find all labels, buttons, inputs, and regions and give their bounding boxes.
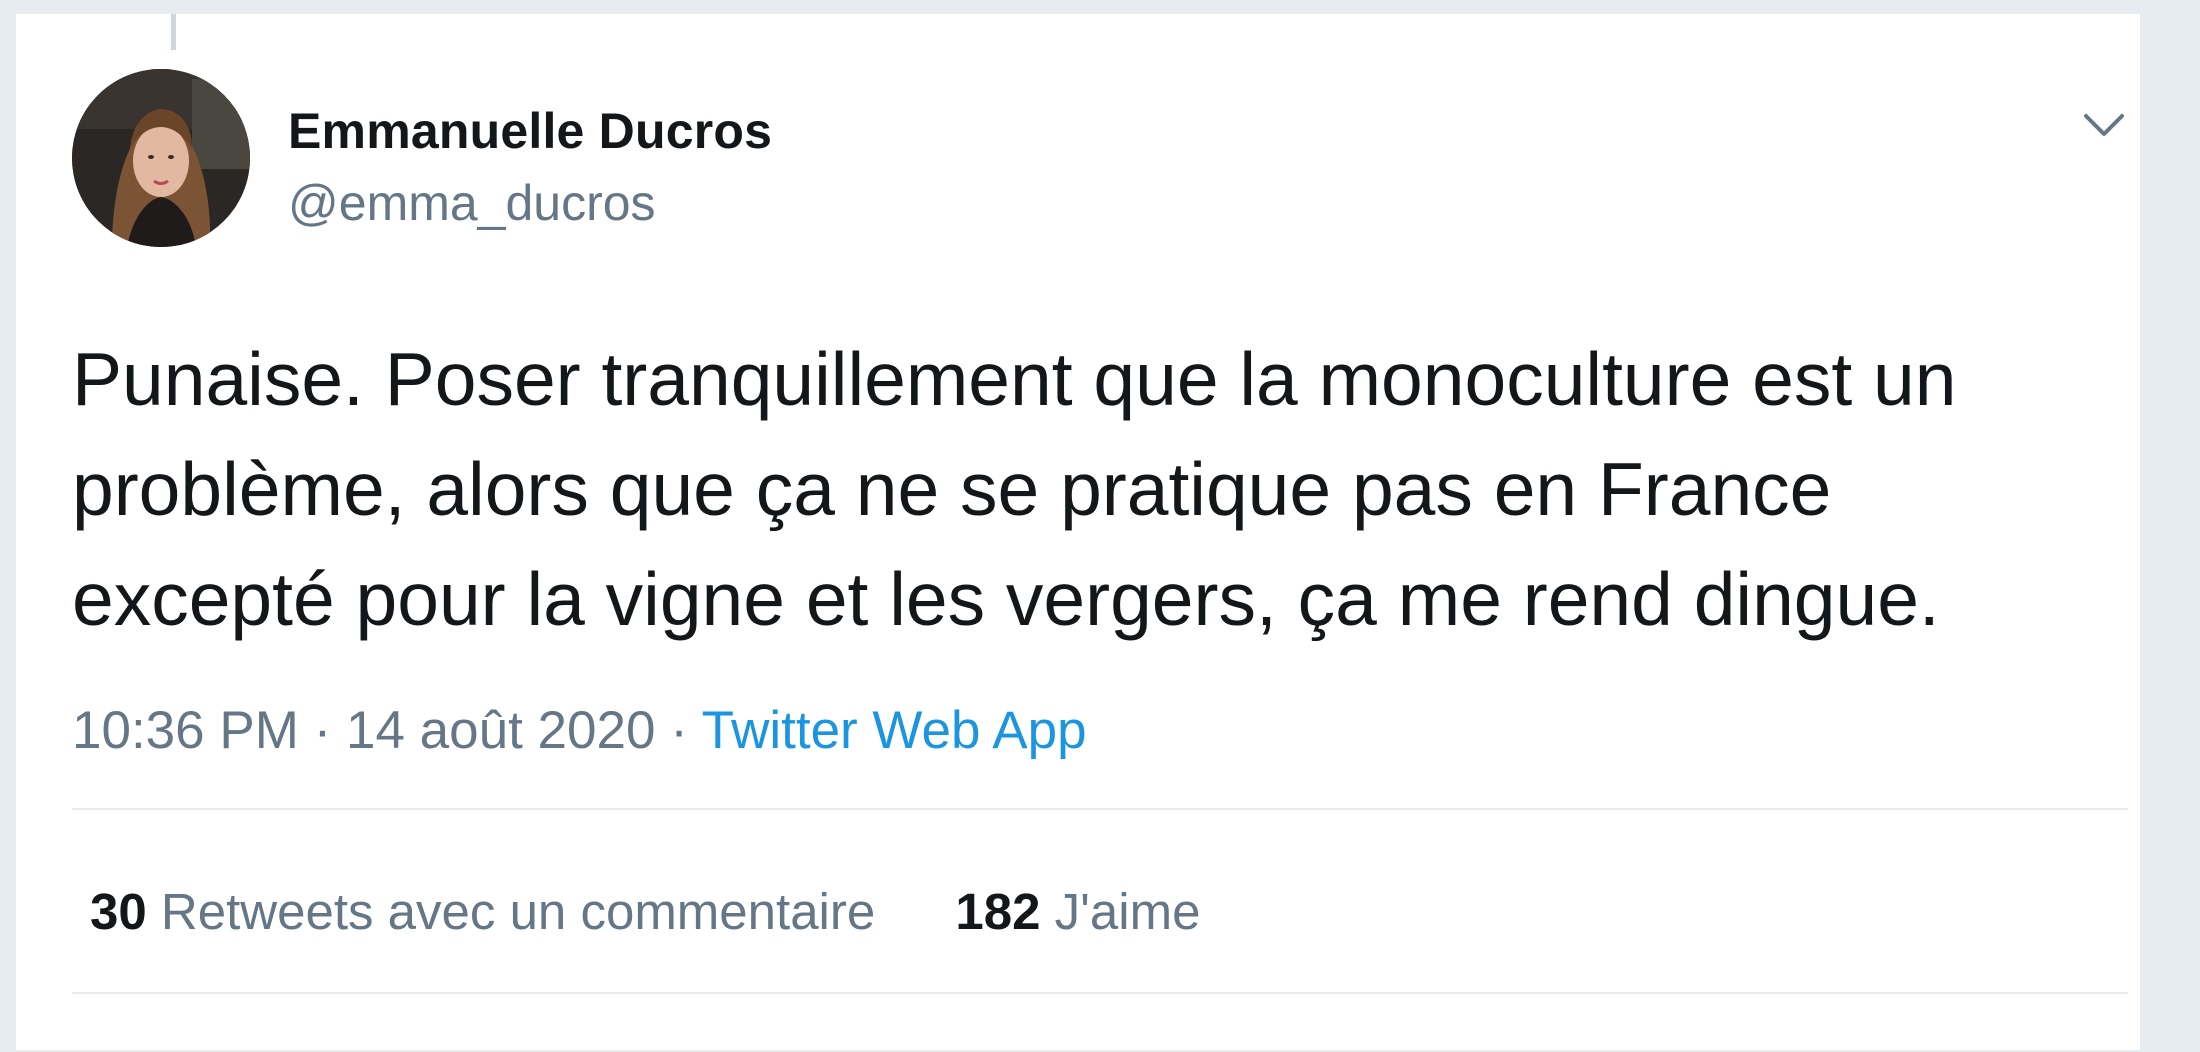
retweets-label: Retweets avec un commentaire (160, 883, 876, 940)
tweet-text-line: problème, alors que ça ne se pratique pa… (72, 447, 1832, 531)
author-handle[interactable]: @emma_ducros (288, 174, 656, 232)
tweet-text-line: Punaise. Poser tranquillement que la mon… (72, 337, 1957, 421)
likes-stat[interactable]: 182 J'aime (955, 882, 1200, 941)
chevron-down-icon (2084, 114, 2124, 136)
author-name[interactable]: Emmanuelle Ducros (288, 102, 772, 160)
tweet-date[interactable]: 14 août 2020 (346, 701, 655, 760)
tweet-time[interactable]: 10:36 PM (72, 701, 299, 760)
tweet-card: Emmanuelle Ducros @emma_ducros Punaise. … (14, 12, 2142, 1052)
likes-label: J'aime (1054, 883, 1201, 940)
likes-count: 182 (955, 883, 1041, 940)
retweets-with-comment-stat[interactable]: 30 Retweets avec un commentaire (90, 882, 875, 941)
retweets-count: 30 (90, 883, 147, 940)
tweet-metadata: 10:36 PM · 14 août 2020 · Twitter Web Ap… (72, 700, 1087, 761)
divider (72, 808, 2128, 810)
meta-separator: · (313, 701, 332, 760)
tweet-stats: 30 Retweets avec un commentaire 182 J'ai… (90, 882, 1266, 941)
avatar[interactable] (72, 69, 250, 247)
tweet-text-line: excepté pour la vigne et les vergers, ça… (72, 557, 1940, 641)
meta-separator: · (670, 701, 688, 760)
thread-connector-line (171, 14, 176, 50)
tweet-menu-button[interactable] (2078, 104, 2130, 144)
divider (72, 992, 2128, 994)
avatar-photo (72, 69, 250, 247)
tweet-text: Punaise. Poser tranquillement que la mon… (72, 324, 2132, 654)
tweet-source-link[interactable]: Twitter Web App (702, 701, 1087, 760)
